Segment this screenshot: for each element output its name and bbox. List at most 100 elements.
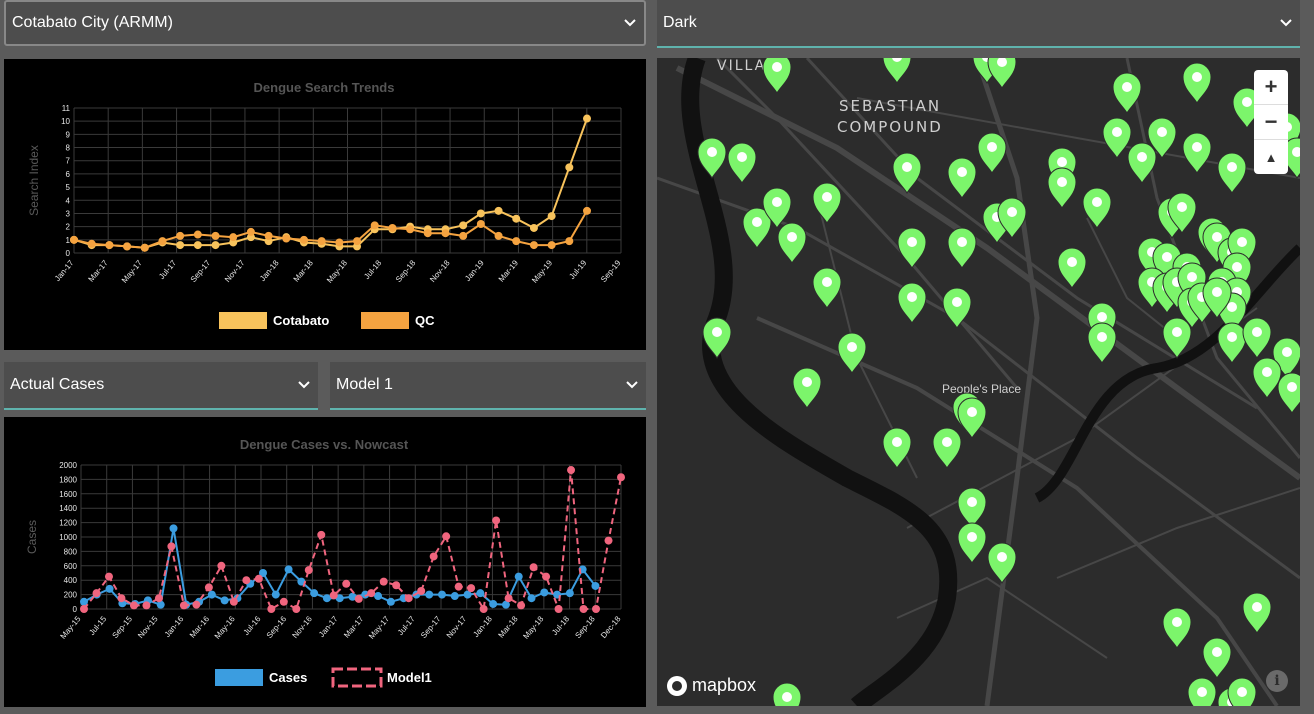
data-point-qc — [353, 237, 362, 246]
data-point-qc — [335, 238, 344, 247]
marker-dot — [712, 327, 722, 337]
map-marker-icon — [882, 58, 912, 85]
data-point-cases — [514, 572, 523, 581]
compass-button[interactable]: ▲ — [1254, 140, 1288, 174]
map-marker-icon — [727, 142, 757, 185]
x-tick-label: Mar-16 — [188, 614, 212, 640]
mapbox-attribution-text: mapbox — [692, 675, 757, 695]
marker-dot — [1212, 287, 1222, 297]
data-point-qc — [87, 239, 96, 248]
marker-dot — [847, 342, 857, 352]
zoom-out-button[interactable]: − — [1254, 105, 1288, 140]
map-marker-icon — [812, 267, 842, 310]
data-point-model1 — [192, 600, 201, 609]
marker-dot — [1227, 332, 1237, 342]
data-point-qc — [370, 221, 379, 230]
legend-swatch-model1 — [331, 667, 383, 688]
data-point-model1 — [379, 577, 388, 586]
marker-dot — [752, 217, 762, 227]
x-tick-label: Jan-18 — [258, 258, 281, 283]
data-point-model1 — [392, 581, 401, 590]
map-marker-icon — [987, 58, 1017, 90]
marker-dot — [1232, 262, 1242, 272]
legend-swatch-cases — [215, 669, 263, 686]
data-point-cases — [438, 590, 446, 599]
location-select[interactable]: Cotabato City (ARMM) — [4, 0, 646, 46]
marker-dot — [1057, 177, 1067, 187]
map-marker-icon — [1102, 117, 1132, 160]
marker-dot — [1242, 97, 1252, 107]
map-view[interactable]: SEBASTIAN COMPOUND VILLAGE People's Plac… — [657, 58, 1300, 706]
y-tick-label: 4 — [66, 196, 71, 205]
data-point-qc — [423, 229, 432, 238]
x-tick-label: Jan-18 — [471, 614, 494, 639]
y-tick-label: 1600 — [59, 490, 77, 499]
marker-pin — [957, 397, 987, 440]
map-marker-icon — [932, 427, 962, 470]
marker-pin — [1082, 187, 1112, 230]
data-point-cotabato — [211, 241, 220, 250]
marker-pin — [727, 142, 757, 185]
marker-dot — [822, 192, 832, 202]
marker-pin — [1182, 62, 1212, 105]
data-point-model1 — [167, 542, 176, 551]
model-select-value: Model 1 — [336, 376, 393, 393]
series-line-cotabato — [73, 118, 588, 249]
marker-dot — [1192, 72, 1202, 82]
location-select-value: Cotabato City (ARMM) — [12, 14, 173, 31]
data-point-qc — [105, 241, 114, 250]
map-marker-icon — [1202, 637, 1232, 680]
x-tick-label: Nov-17 — [445, 614, 469, 640]
data-point-qc — [246, 227, 255, 236]
data-point-model1 — [354, 594, 363, 603]
data-point-cases — [310, 589, 319, 598]
marker-dot — [1097, 332, 1107, 342]
map-marker-icon — [1182, 62, 1212, 105]
chevron-down-icon — [626, 381, 638, 389]
map-marker-icon — [947, 227, 977, 270]
map-label-sebastian: SEBASTIAN — [839, 97, 941, 115]
y-tick-label: 3 — [66, 209, 71, 218]
y-tick-label: 200 — [64, 591, 78, 600]
data-point-model1 — [442, 532, 451, 541]
x-tick-label: Sep-18 — [573, 614, 597, 640]
y-tick-label: 2 — [66, 223, 71, 232]
data-point-model1 — [217, 561, 226, 570]
y-tick-label: 10 — [61, 117, 70, 126]
map-style-select[interactable]: Dark — [657, 0, 1300, 48]
x-tick-label: Mar-19 — [497, 258, 521, 284]
data-point-model1 — [579, 605, 588, 613]
data-point-cotabato — [476, 209, 485, 218]
marker-pin — [777, 222, 807, 265]
zoom-in-button[interactable]: + — [1254, 70, 1288, 105]
info-icon-glyph: i — [1274, 673, 1280, 689]
marker-pin — [942, 287, 972, 330]
data-point-cotabato — [529, 223, 538, 232]
x-tick-label: Jul-17 — [396, 614, 417, 637]
info-icon[interactable]: i — [1266, 670, 1288, 692]
map-marker-icon — [897, 282, 927, 325]
map-marker-icon — [762, 58, 792, 95]
data-point-qc — [282, 234, 291, 243]
marker-dot — [997, 552, 1007, 562]
marker-dot — [942, 437, 952, 447]
map-marker-icon — [987, 542, 1017, 585]
map-marker-icon — [1047, 167, 1077, 210]
y-tick-label: 0 — [73, 605, 78, 614]
map-canvas[interactable]: SEBASTIAN COMPOUND VILLAGE People's Plac… — [657, 58, 1300, 706]
data-point-model1 — [279, 597, 288, 606]
mapbox-logo[interactable]: mapbox — [667, 675, 756, 696]
model-select[interactable]: Model 1 — [330, 362, 646, 410]
data-point-cases — [271, 590, 280, 599]
x-tick-label: Jul-18 — [550, 614, 571, 637]
data-point-model1 — [154, 594, 163, 603]
map-marker-icon — [1217, 152, 1247, 195]
marker-dot — [772, 62, 782, 72]
cases-select[interactable]: Actual Cases — [4, 362, 318, 410]
data-point-cases — [591, 581, 600, 590]
data-point-qc — [317, 237, 326, 246]
x-tick-label: May-19 — [530, 258, 554, 285]
map-marker-icon — [1057, 247, 1087, 290]
map-marker-icon — [1187, 677, 1217, 706]
x-tick-label: Jul-15 — [87, 614, 108, 637]
